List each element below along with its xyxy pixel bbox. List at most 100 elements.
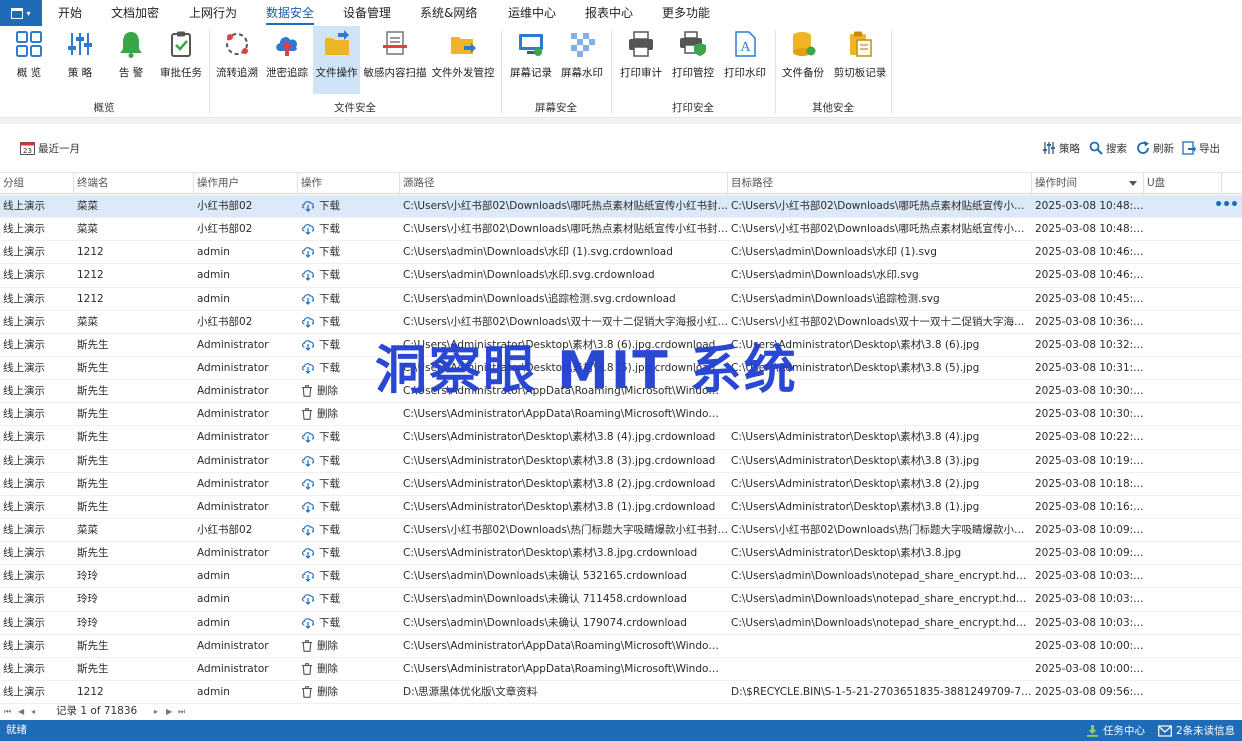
table-row[interactable]: 线上演示 菜菜 小红书部02 下载 C:\Users\小红书部02\Downloads\… xyxy=(0,195,1242,219)
download-icon xyxy=(302,363,314,374)
print-watermark-button[interactable]: A 打印水印 xyxy=(721,26,769,94)
column-header-time[interactable]: 操作时间 xyxy=(1032,173,1144,194)
search-button[interactable]: 搜索 xyxy=(1089,139,1127,157)
menu-more-features[interactable]: 更多功能 xyxy=(662,0,710,26)
column-header-source-path[interactable]: 源路径 xyxy=(400,173,728,194)
printer-shield-icon xyxy=(680,31,706,56)
table-row[interactable]: 线上演示 斯先生 Administrator 下载 C:\Users\Administr… xyxy=(0,334,1242,357)
file-operation-button[interactable]: 文件操作 xyxy=(313,26,360,94)
cell-operation: 下载 xyxy=(298,588,400,610)
table-row[interactable]: 线上演示 斯先生 Administrator 下载 C:\Users\Administr… xyxy=(0,542,1242,566)
group-label-screen-security: 屏幕安全 xyxy=(535,102,577,114)
cell-terminal: 菜菜 xyxy=(77,523,98,536)
last-page-icon[interactable]: ⏭ xyxy=(178,704,186,720)
table-row[interactable]: 线上演示 1212 admin 删除 D:\思源黑体优化版\文章资料 D:\$RECYCL… xyxy=(0,681,1242,704)
document-scan-icon xyxy=(383,31,407,55)
table-row[interactable]: 线上演示 玲玲 admin 下载 C:\Users\admin\Downloads\未确… xyxy=(0,588,1242,612)
table-row[interactable]: 线上演示 斯先生 Administrator 下载 C:\Users\Administr… xyxy=(0,426,1242,450)
table-row[interactable]: 线上演示 斯先生 Administrator 删除 C:\Users\Administr… xyxy=(0,403,1242,427)
sensitive-scan-button[interactable]: 敏感内容扫描 xyxy=(362,26,428,94)
table-row[interactable]: 线上演示 1212 admin 下载 C:\Users\admin\Downloads\… xyxy=(0,241,1242,265)
export-button[interactable]: 导出 xyxy=(1182,139,1220,157)
menu-device-management[interactable]: 设备管理 xyxy=(343,0,391,26)
menu-doc-encrypt[interactable]: 文档加密 xyxy=(111,0,159,26)
cell-target-path xyxy=(728,658,1032,680)
first-page-icon[interactable]: ⏮ xyxy=(4,704,12,720)
svg-text:23: 23 xyxy=(23,147,32,155)
column-header-usb[interactable]: U盘 xyxy=(1144,173,1222,194)
clipboard-record-label: 剪切板记录 xyxy=(833,67,887,79)
column-header-operation[interactable]: 操作 xyxy=(298,173,400,194)
file-backup-button[interactable]: 文件备份 xyxy=(779,26,827,94)
cell-operation: 删除 xyxy=(298,635,400,657)
cell-group: 线上演示 xyxy=(3,593,45,606)
date-range-selector[interactable]: 23 最近一月 xyxy=(20,139,80,157)
cell-target-path: C:\Users\admin\Downloads\追踪检测.svg xyxy=(731,292,940,305)
column-header-terminal[interactable]: 终端名 xyxy=(74,173,194,194)
cell-source-path: C:\Users\Administrator\Desktop\素材\3.8 (2… xyxy=(403,477,716,490)
cell-target-path: C:\Users\Administrator\Desktop\素材\3.8 (3… xyxy=(731,454,980,467)
overview-button[interactable]: 概 览 xyxy=(8,26,50,94)
next-page-icon[interactable]: ▶ xyxy=(166,704,173,720)
table-row[interactable]: 线上演示 1212 admin 下载 C:\Users\admin\Downloads\… xyxy=(0,288,1242,311)
table-row[interactable]: 线上演示 斯先生 Administrator 下载 C:\Users\Administr… xyxy=(0,357,1242,381)
table-row[interactable]: 线上演示 斯先生 Administrator 删除 C:\Users\Administr… xyxy=(0,635,1242,658)
menu-ops-center[interactable]: 运维中心 xyxy=(508,0,556,26)
cell-time: 2025-03-08 10:46:58 xyxy=(1035,246,1144,259)
print-audit-button[interactable]: 打印审计 xyxy=(617,26,665,94)
table-row[interactable]: 线上演示 斯先生 Administrator 删除 C:\Users\Administr… xyxy=(0,658,1242,681)
policy-button[interactable]: 策 略 xyxy=(59,26,101,94)
file-outgoing-button[interactable]: 文件外发管控 xyxy=(430,26,496,94)
operation-label: 下载 xyxy=(319,269,340,282)
table-row[interactable]: 线上演示 1212 admin 下载 C:\Users\admin\Downloads\… xyxy=(0,264,1242,288)
prev-record-icon[interactable]: ◂ xyxy=(31,704,36,720)
cell-group: 线上演示 xyxy=(3,292,45,305)
table-row[interactable]: 线上演示 斯先生 Administrator 删除 C:\Users\Administr… xyxy=(0,380,1242,404)
column-header-user[interactable]: 操作用户 xyxy=(194,173,298,194)
cell-target-path: C:\Users\小红书部02\Downloads\哪吒热点素材贴纸宣传小红… xyxy=(731,223,1032,236)
menu-report-center[interactable]: 报表中心 xyxy=(585,0,633,26)
prev-page-icon[interactable]: ◀ xyxy=(18,704,25,720)
leak-trace-button[interactable]: 泄密追踪 xyxy=(263,26,311,94)
next-record-icon[interactable]: ▸ xyxy=(154,704,159,720)
policy-tool-button[interactable]: 策略 xyxy=(1042,139,1080,157)
table-row[interactable]: 线上演示 玲玲 admin 下载 C:\Users\admin\Downloads\未确… xyxy=(0,565,1242,589)
menu-system-network[interactable]: 系统&网络 xyxy=(420,0,477,26)
column-header-group[interactable]: 分组 xyxy=(0,173,74,194)
menu-data-security[interactable]: 数据安全 xyxy=(266,0,315,26)
table-row[interactable]: 线上演示 菜菜 小红书部02 下载 C:\Users\小红书部02\Downloads\… xyxy=(0,218,1242,242)
cell-group: 线上演示 xyxy=(3,616,45,629)
screen-watermark-button[interactable]: 屏幕水印 xyxy=(558,26,606,94)
cell-source-path: C:\Users\admin\Downloads\未确认 179074.crdo… xyxy=(403,616,687,629)
clipboard-record-button[interactable]: 剪切板记录 xyxy=(832,26,888,94)
table-row[interactable]: 线上演示 斯先生 Administrator 下载 C:\Users\Administr… xyxy=(0,450,1242,473)
table-row[interactable]: 线上演示 菜菜 小红书部02 下载 C:\Users\小红书部02\Downloads\… xyxy=(0,519,1242,543)
screen-record-button[interactable]: 屏幕记录 xyxy=(507,26,555,94)
unread-messages-button[interactable]: 2条未读信息 xyxy=(1158,720,1235,741)
table-row[interactable]: 线上演示 玲玲 admin 下载 C:\Users\admin\Downloads\未确… xyxy=(0,612,1242,635)
cell-user: Administrator xyxy=(197,477,269,490)
approval-button[interactable]: 审批任务 xyxy=(158,26,204,94)
more-options-icon[interactable]: ••• xyxy=(1214,195,1239,217)
task-center-button[interactable]: 任务中心 xyxy=(1086,720,1145,741)
cell-group: 线上演示 xyxy=(3,246,45,259)
refresh-button[interactable]: 刷新 xyxy=(1136,139,1174,157)
download-icon xyxy=(302,478,314,490)
alarm-button[interactable]: 告 警 xyxy=(110,26,152,94)
cell-source-path: C:\Users\Administrator\AppData\Roaming\M… xyxy=(403,408,719,421)
print-control-button[interactable]: 打印管控 xyxy=(668,26,718,94)
table-row[interactable]: 线上演示 斯先生 Administrator 下载 C:\Users\Administr… xyxy=(0,496,1242,519)
table-row[interactable]: 线上演示 斯先生 Administrator 下载 C:\Users\Administr… xyxy=(0,473,1242,496)
column-header-target-path[interactable]: 目标路径 xyxy=(728,173,1032,194)
cell-usb xyxy=(1144,241,1222,263)
trash-icon xyxy=(302,662,312,675)
flow-trace-button[interactable]: 流转追溯 xyxy=(213,26,261,94)
menu-web-behavior[interactable]: 上网行为 xyxy=(189,0,237,26)
download-icon xyxy=(302,617,314,629)
cell-target-path: C:\Users\admin\Downloads\notepad_share_e… xyxy=(731,570,1032,583)
download-icon xyxy=(302,339,314,351)
cell-source-path: D:\思源黑体优化版\文章资料 xyxy=(403,685,538,698)
table-row[interactable]: 线上演示 菜菜 小红书部02 下载 C:\Users\小红书部02\Downloads\… xyxy=(0,311,1242,334)
app-menu-button[interactable]: ▾ xyxy=(0,0,42,26)
menu-start[interactable]: 开始 xyxy=(58,0,82,26)
